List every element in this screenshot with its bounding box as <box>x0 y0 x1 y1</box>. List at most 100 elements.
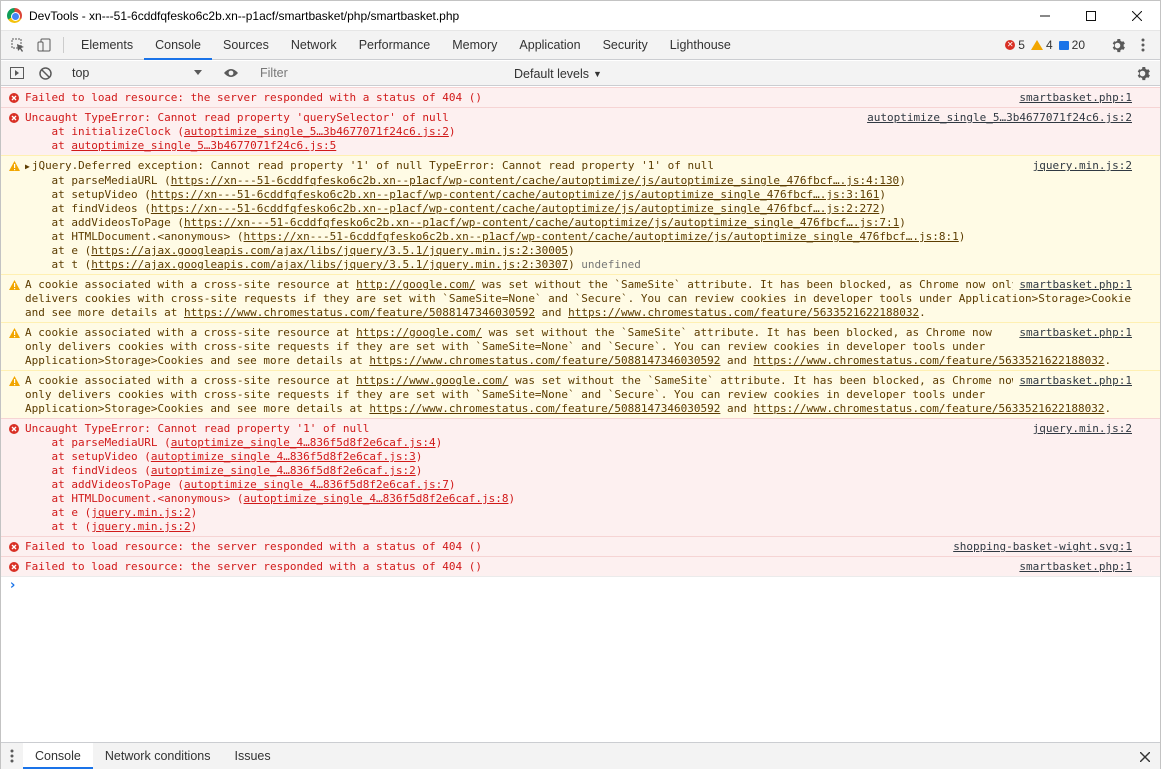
tab-application[interactable]: Application <box>508 31 591 59</box>
stack-frame: at t (jquery.min.js:2) <box>25 520 198 533</box>
stack-frame: at findVideos (autoptimize_single_4…836f… <box>25 464 423 477</box>
maximize-button[interactable] <box>1068 1 1114 31</box>
message-link[interactable]: https://www.chromestatus.com/feature/563… <box>754 354 1105 367</box>
stack-frame-link[interactable]: autoptimize_single_4…836f5d8f2e6caf.js:7 <box>184 478 449 491</box>
error-icon <box>9 93 19 107</box>
maximize-icon <box>1086 11 1096 21</box>
settings-button[interactable] <box>1104 38 1130 53</box>
error-icon: ✕ <box>1005 40 1016 50</box>
stack-frame-link[interactable]: autoptimize_single_4…836f5d8f2e6caf.js:2 <box>151 464 416 477</box>
minimize-icon <box>1040 15 1050 17</box>
console-message: smartbasket.php:1 A cookie associated wit… <box>1 274 1160 322</box>
stack-frame-link[interactable]: https://xn---51-6cddfqfesko6c2b.xn--p1ac… <box>151 188 879 201</box>
stack-frame-link[interactable]: autoptimize_single_5…3b4677071f24c6.js:2 <box>184 125 449 138</box>
warning-counter[interactable]: 4 <box>1030 38 1053 52</box>
context-selector[interactable]: top <box>68 61 208 86</box>
tab-network[interactable]: Network <box>280 31 348 59</box>
tab-console[interactable]: Console <box>144 31 212 60</box>
window-title: DevTools - xn---51-6cddfqfesko6c2b.xn--p… <box>29 8 460 23</box>
eye-icon <box>224 69 238 77</box>
stack-frame-link[interactable]: jquery.min.js:2 <box>91 506 190 519</box>
stack-frame-link[interactable]: https://xn---51-6cddfqfesko6c2b.xn--p1ac… <box>184 216 899 229</box>
message-link[interactable]: https://www.chromestatus.com/feature/563… <box>754 402 1105 415</box>
tab-security[interactable]: Security <box>592 31 659 59</box>
stack-frame-link[interactable]: jquery.min.js:2 <box>91 520 190 533</box>
stack-frame: at addVideosToPage (https://xn---51-6cdd… <box>25 216 906 229</box>
drawer-tab-console[interactable]: Console <box>23 743 93 769</box>
message-source-link[interactable]: smartbasket.php:1 <box>1013 278 1132 292</box>
tab-elements[interactable]: Elements <box>70 31 144 59</box>
message-link[interactable]: https://www.google.com/ <box>356 374 508 387</box>
message-source-link[interactable]: smartbasket.php:1 <box>1013 91 1132 105</box>
message-link[interactable]: https://google.com/ <box>356 326 482 339</box>
message-text: Application>Storage>Cookies and see more… <box>25 354 1112 367</box>
kebab-menu-icon <box>10 749 14 763</box>
error-counter[interactable]: ✕ 5 <box>1005 38 1025 52</box>
message-text: and see more details at https://www.chro… <box>25 306 926 319</box>
issue-counters[interactable]: ✕ 5 4 20 <box>1005 31 1160 59</box>
inspect-element-button[interactable] <box>5 31 31 59</box>
console-prompt[interactable]: › <box>1 576 1160 594</box>
stack-frame-link[interactable]: autoptimize_single_4…836f5d8f2e6caf.js:8 <box>244 492 509 505</box>
message-link[interactable]: https://www.chromestatus.com/feature/563… <box>568 306 919 319</box>
chrome-icon <box>7 8 22 23</box>
tab-performance[interactable]: Performance <box>348 31 442 59</box>
drawer-menu-button[interactable] <box>1 743 23 769</box>
close-icon <box>1132 11 1142 21</box>
more-options-button[interactable] <box>1130 38 1156 52</box>
message-text: only delivers cookies with cross-site re… <box>25 388 986 401</box>
close-drawer-button[interactable] <box>1140 743 1150 770</box>
message-source-link[interactable]: shopping-basket-wight.svg:1 <box>947 540 1132 554</box>
message-count: 20 <box>1071 38 1085 52</box>
stack-frame-link[interactable]: https://ajax.googleapis.com/ajax/libs/jq… <box>91 258 568 271</box>
show-sidebar-button[interactable] <box>3 61 31 86</box>
message-link[interactable]: https://www.chromestatus.com/feature/508… <box>184 306 535 319</box>
drawer-tab-network-conditions[interactable]: Network conditions <box>93 743 223 769</box>
message-source-link[interactable]: smartbasket.php:1 <box>1013 374 1132 388</box>
stack-frame-link[interactable]: autoptimize_single_4…836f5d8f2e6caf.js:3 <box>151 450 416 463</box>
tab-sources[interactable]: Sources <box>212 31 280 59</box>
message-link[interactable]: http://google.com/ <box>356 278 475 291</box>
stack-frame-link[interactable]: https://xn---51-6cddfqfesko6c2b.xn--p1ac… <box>151 202 879 215</box>
tab-memory[interactable]: Memory <box>441 31 508 59</box>
context-value: top <box>72 66 90 80</box>
clear-block-icon <box>38 66 52 80</box>
console-settings-button[interactable] <box>1128 61 1156 86</box>
close-window-button[interactable] <box>1114 1 1160 31</box>
stack-frame-link[interactable]: https://xn---51-6cddfqfesko6c2b.xn--p1ac… <box>244 230 959 243</box>
filter-input[interactable] <box>254 63 494 83</box>
warning-icon <box>9 328 20 342</box>
sidebar-play-icon <box>10 67 24 79</box>
message-text: Application>Storage>Cookies and see more… <box>25 402 1112 415</box>
message-source-link[interactable]: jquery.min.js:2 <box>1026 159 1132 173</box>
message-counter[interactable]: 20 <box>1058 38 1085 52</box>
message-source-link[interactable]: autoptimize_single_5…3b4677071f24c6.js:2 <box>861 111 1132 125</box>
expand-triangle-icon[interactable]: ▶ <box>25 162 30 171</box>
console-message: autoptimize_single_5…3b4677071f24c6.js:2… <box>1 107 1160 155</box>
message-link[interactable]: https://www.chromestatus.com/feature/508… <box>369 354 720 367</box>
window-controls <box>1022 1 1160 31</box>
message-source-link[interactable]: smartbasket.php:1 <box>1013 326 1132 340</box>
console-toolbar: top Default levels ▼ <box>1 61 1160 86</box>
message-source-link[interactable]: jquery.min.js:2 <box>1026 422 1132 436</box>
log-levels-dropdown[interactable]: Default levels ▼ <box>514 61 602 86</box>
stack-frame-link[interactable]: https://xn---51-6cddfqfesko6c2b.xn--p1ac… <box>171 174 899 187</box>
clear-console-button[interactable] <box>31 61 59 86</box>
message-text: Failed to load resource: the server resp… <box>25 560 482 573</box>
drawer-tab-issues[interactable]: Issues <box>222 743 282 769</box>
live-expression-button[interactable] <box>217 61 245 86</box>
stack-frame-link[interactable]: autoptimize_single_4…836f5d8f2e6caf.js:4 <box>171 436 436 449</box>
tab-lighthouse[interactable]: Lighthouse <box>659 31 742 59</box>
minimize-button[interactable] <box>1022 1 1068 31</box>
warning-icon <box>9 376 20 390</box>
device-toolbar-button[interactable] <box>31 31 57 59</box>
stack-frame: at autoptimize_single_5…3b4677071f24c6.j… <box>25 139 337 152</box>
message-text: A cookie associated with a cross-site re… <box>25 326 992 339</box>
message-source-link[interactable]: smartbasket.php:1 <box>1013 560 1132 574</box>
stack-frame-link[interactable]: https://ajax.googleapis.com/ajax/libs/jq… <box>91 244 568 257</box>
message-link[interactable]: https://www.chromestatus.com/feature/508… <box>369 402 720 415</box>
console-message: shopping-basket-wight.svg:1 Failed to loa… <box>1 536 1160 556</box>
stack-frame-link[interactable]: autoptimize_single_5…3b4677071f24c6.js:5 <box>71 139 336 152</box>
stack-frame: at parseMediaURL (autoptimize_single_4…8… <box>25 436 443 449</box>
drawer-tabbar: Console Network conditions Issues <box>1 742 1160 769</box>
